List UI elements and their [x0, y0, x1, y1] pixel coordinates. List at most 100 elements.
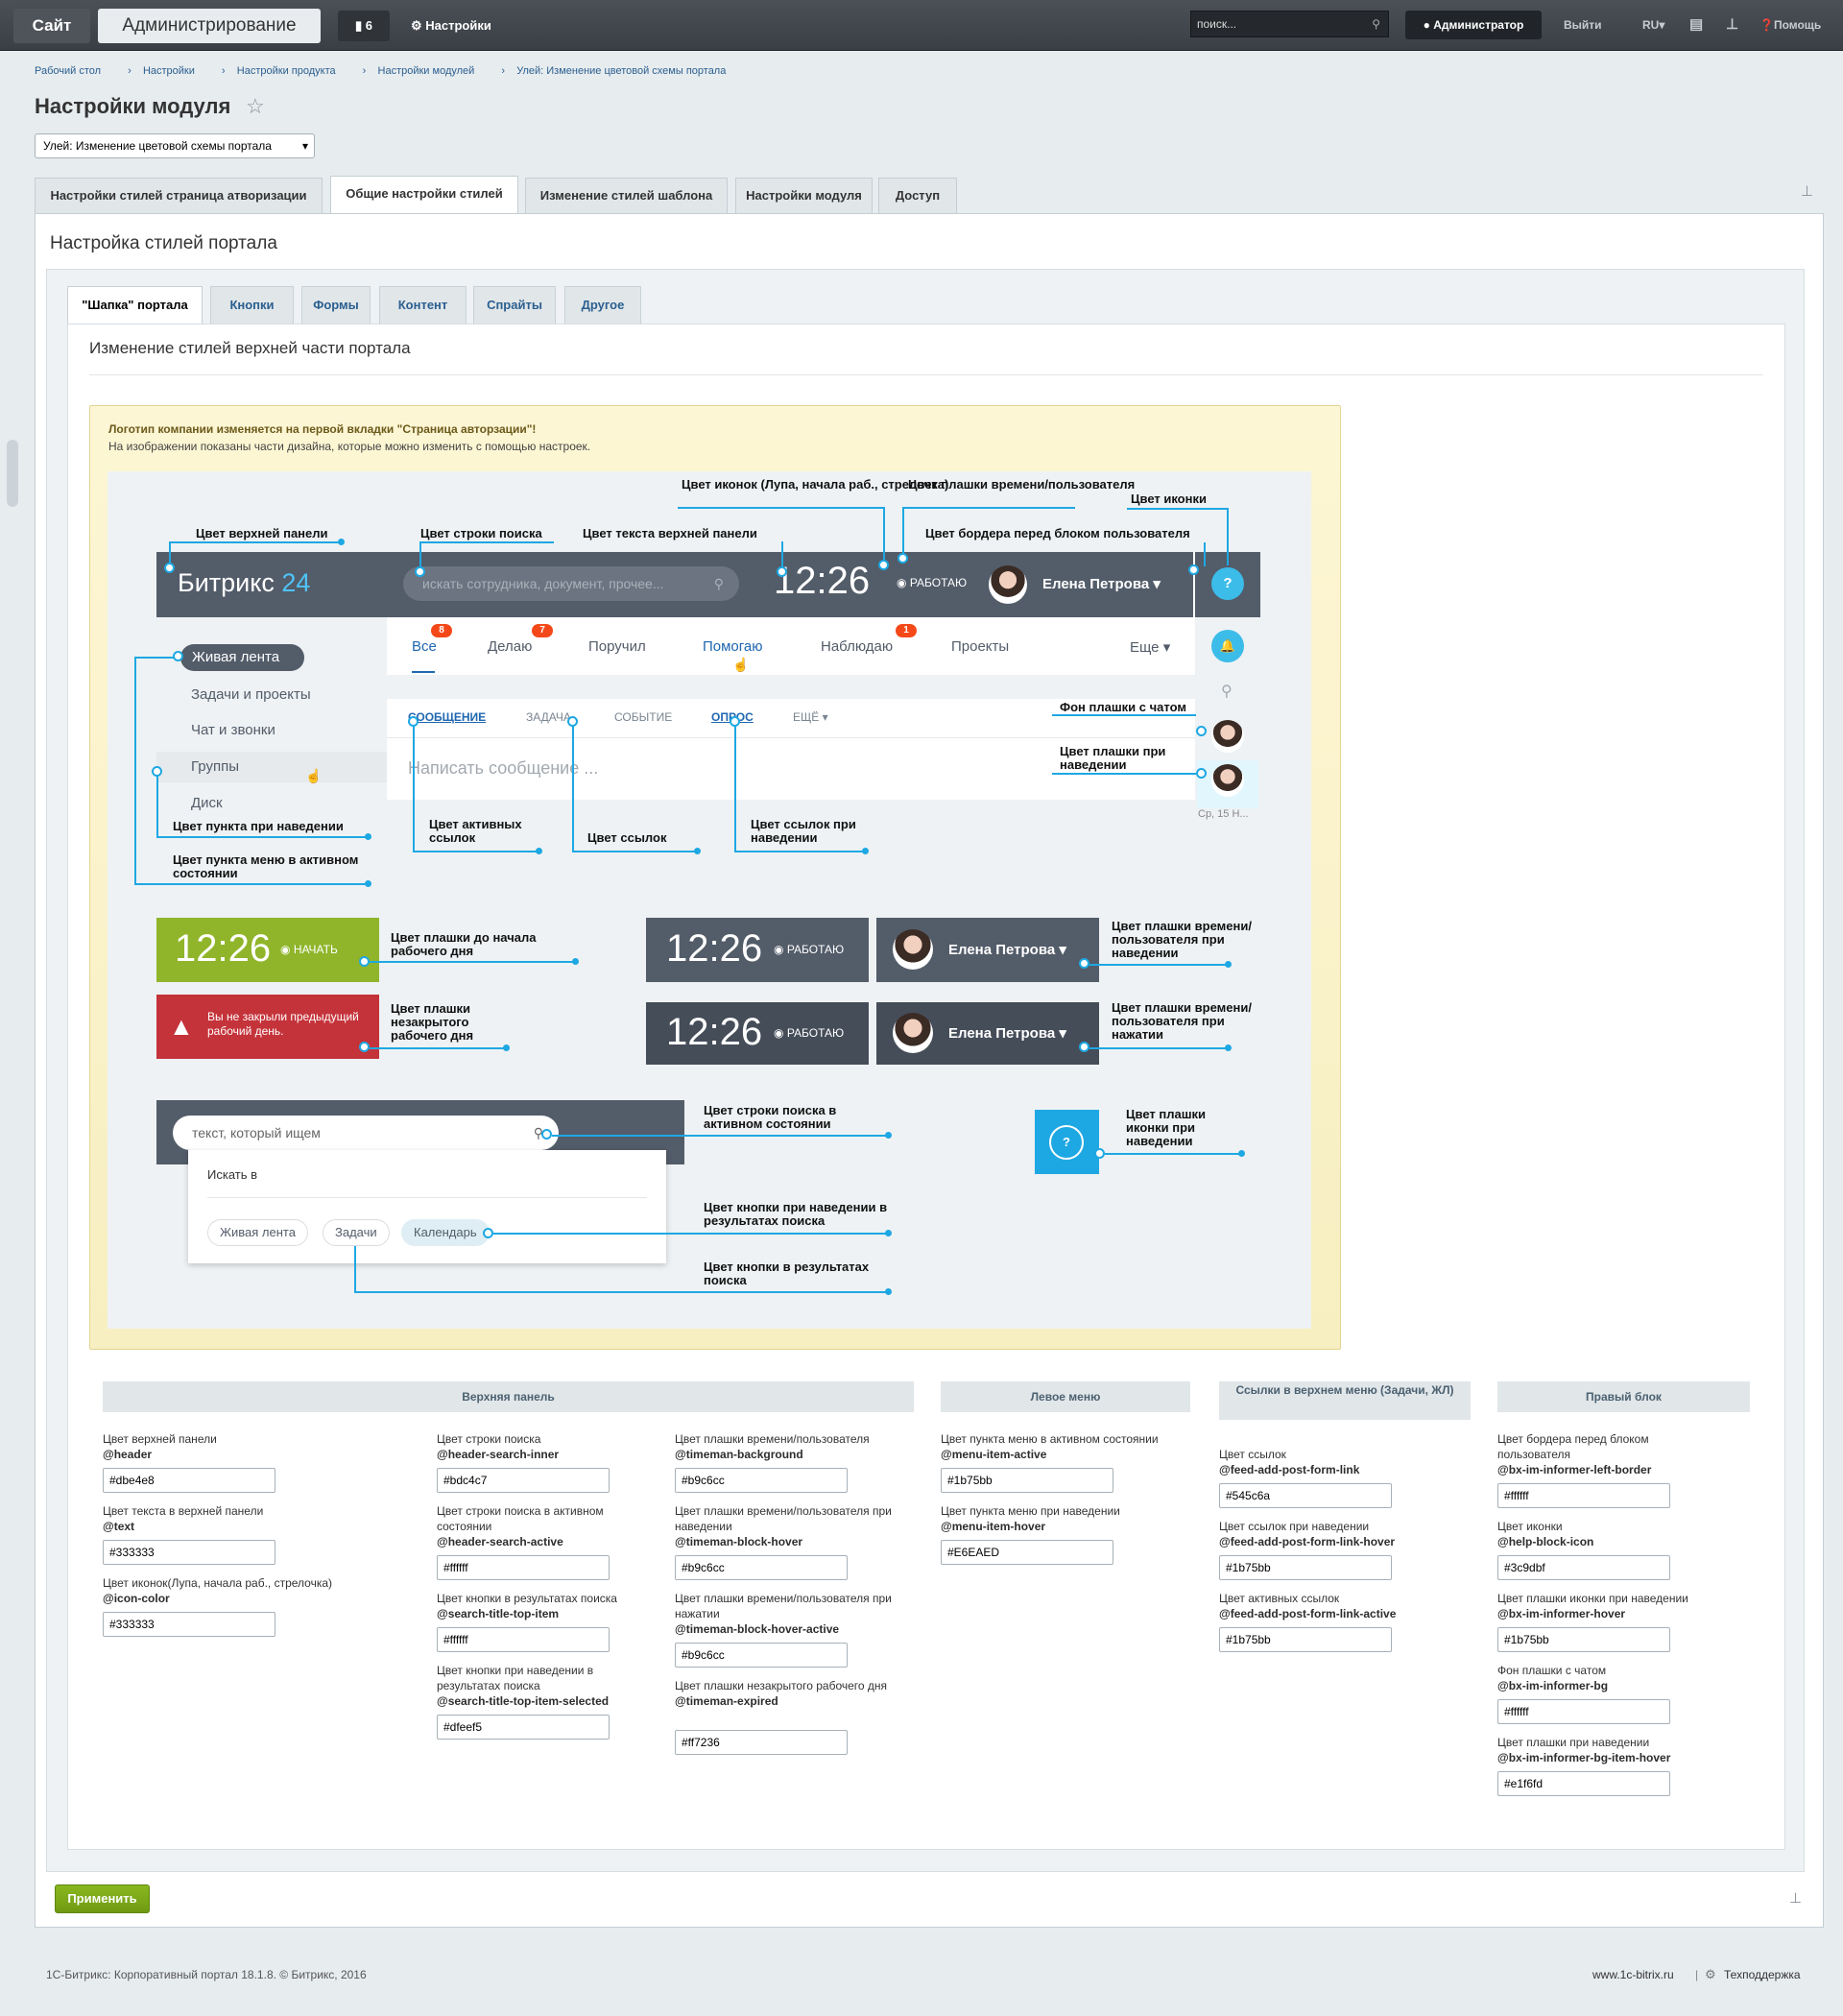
subtab-other[interactable]: Другое: [564, 286, 641, 324]
search-input[interactable]: поиск... ⚲: [1190, 11, 1389, 37]
header-color-input[interactable]: #dbe4e8: [103, 1468, 275, 1493]
help-icon-input[interactable]: #3c9dbf: [1497, 1555, 1670, 1580]
link-hover-input[interactable]: #1b75bb: [1219, 1555, 1392, 1580]
label-before-day: Цвет плашки до начала рабочего дня: [391, 930, 537, 958]
help-icon: ?: [1211, 567, 1244, 600]
field-var: @timeman-expired: [675, 1694, 778, 1708]
connector-line: [156, 836, 368, 838]
field-label-text: Цвет иконок(Лупа, начала раб., стрелочка…: [103, 1576, 333, 1590]
apply-button[interactable]: Применить: [55, 1884, 150, 1913]
search-item-input[interactable]: #ffffff: [437, 1627, 610, 1652]
notifications-button[interactable]: ▮ 6: [338, 11, 390, 41]
connector-dot: [1079, 1042, 1089, 1052]
search-inner-input[interactable]: #bdc4c7: [437, 1468, 610, 1493]
connector-line: [1204, 542, 1206, 566]
timeman-background-input[interactable]: #b9c6cc: [675, 1468, 848, 1493]
breadcrumb-item[interactable]: Настройки: [143, 65, 195, 77]
field-label-text: Цвет строки поиска в активном состоянии: [437, 1504, 604, 1533]
subtab-forms[interactable]: Формы: [301, 286, 371, 324]
icon-color-input[interactable]: #333333: [103, 1612, 275, 1637]
feed-tab: Проекты: [951, 638, 1010, 655]
search-item-selected-input[interactable]: #dfeef5: [437, 1715, 610, 1740]
informer-item-hover-input[interactable]: #e1f6fd: [1497, 1771, 1670, 1796]
example-user: Елена Петрова ▾: [948, 1024, 1066, 1042]
connector-line: [734, 851, 865, 852]
subtab-header[interactable]: "Шапка" портала: [67, 286, 203, 324]
menu-hover-input[interactable]: #E6EAED: [941, 1540, 1113, 1565]
notice-text: На изображении показаны части дизайна, к…: [108, 440, 591, 453]
link-color-input[interactable]: #545c6a: [1219, 1483, 1392, 1508]
timeman-expired-input[interactable]: #ff7236: [675, 1730, 848, 1755]
breadcrumb-item[interactable]: Рабочий стол: [35, 65, 101, 77]
settings-label: Настройки: [425, 18, 491, 33]
chevron-down-icon: ▾: [1055, 942, 1066, 958]
connector-line: [1127, 508, 1229, 510]
tab-access[interactable]: Доступ: [878, 178, 957, 213]
help-link[interactable]: ❓Помощь: [1759, 11, 1821, 39]
chevron-down-icon: ▾: [819, 710, 828, 724]
connector-dot: [503, 1044, 510, 1051]
administration-button[interactable]: Администрирование: [98, 9, 321, 43]
subtab-content[interactable]: Контент: [379, 286, 467, 324]
breadcrumb-item[interactable]: Настройки продукта: [237, 65, 336, 77]
example-search-popup: [188, 1150, 666, 1263]
informer-border-input[interactable]: #ffffff: [1497, 1483, 1670, 1508]
user-button[interactable]: ● Администратор: [1405, 11, 1542, 39]
field-label: Цвет иконки @help-block-icon: [1497, 1519, 1737, 1549]
field-label: Цвет плашки времени/пользователя @timeman…: [675, 1431, 910, 1462]
help-icon: ❓: [1759, 18, 1774, 32]
pin-icon[interactable]: ⊥: [1726, 11, 1738, 39]
subtab-buttons[interactable]: Кнопки: [210, 286, 294, 324]
section-header-left-menu: Левое меню: [941, 1381, 1190, 1412]
connector-line: [370, 1047, 506, 1049]
tab-general-styles[interactable]: Общие настройки стилей: [330, 176, 518, 214]
link-active-input[interactable]: #1b75bb: [1219, 1627, 1392, 1652]
window-icon[interactable]: ▤: [1689, 11, 1703, 39]
star-icon[interactable]: ☆: [246, 94, 265, 119]
subtab-sprites[interactable]: Спрайты: [473, 286, 556, 324]
breadcrumb-item[interactable]: Настройки модулей: [378, 65, 475, 77]
notifications-icon: ▮: [355, 18, 366, 33]
menu-active-input[interactable]: #1b75bb: [941, 1468, 1113, 1493]
search-active-input[interactable]: #ffffff: [437, 1555, 610, 1580]
logout-link[interactable]: Выйти: [1564, 11, 1602, 39]
connector-line: [134, 657, 136, 883]
chevron-down-icon: ▾: [1055, 1025, 1066, 1042]
settings-button[interactable]: ⚙ Настройки: [411, 11, 491, 41]
connector-line: [678, 507, 885, 509]
footer-support-link[interactable]: Техподдержка: [1724, 1968, 1801, 1981]
tab-template-styles[interactable]: Изменение стилей шаблона: [525, 178, 728, 213]
side-panel-handle[interactable]: [7, 440, 18, 507]
chevron-down-icon: ▾: [1659, 18, 1665, 32]
connector-line: [413, 851, 539, 852]
tab-auth-styles[interactable]: Настройки стилей страница атворизации: [35, 178, 323, 213]
connector-dot: [878, 560, 889, 570]
label-active-links: Цвет активных ссылок: [429, 817, 522, 845]
breadcrumb-item[interactable]: Улей: Изменение цветовой схемы портала: [516, 65, 726, 77]
language-selector[interactable]: RU▾: [1642, 11, 1664, 39]
field-var: @menu-item-active: [941, 1448, 1047, 1461]
divider: [89, 374, 1763, 375]
tab-module-settings[interactable]: Настройки модуля: [735, 178, 873, 213]
mock-user-name: Елена Петрова ▾: [1042, 575, 1161, 592]
label-links-hover: Цвет ссылок при наведении: [751, 817, 856, 845]
field-label: Цвет ссылок при наведении @feed-add-post-…: [1219, 1519, 1459, 1549]
informer-bg-input[interactable]: #ffffff: [1497, 1699, 1670, 1724]
timeman-hover-input[interactable]: #b9c6cc: [675, 1555, 848, 1580]
page-title: Настройки модуля: [35, 94, 231, 118]
connector-dot: [694, 848, 701, 854]
site-button[interactable]: Сайт: [13, 9, 90, 43]
informer-hover-input[interactable]: #1b75bb: [1497, 1627, 1670, 1652]
footer-site-link[interactable]: www.1c-bitrix.ru: [1592, 1968, 1674, 1981]
chevron-down-icon: ▾: [301, 139, 308, 153]
pin-icon[interactable]: ⊥: [1801, 182, 1813, 200]
search-icon[interactable]: ⚲: [1372, 12, 1380, 36]
pin-icon[interactable]: ⊥: [1789, 1889, 1802, 1907]
timeman-active-input[interactable]: #b9c6cc: [675, 1643, 848, 1668]
connector-dot: [862, 848, 869, 854]
module-select[interactable]: Улей: Изменение цветовой схемы портала ▾: [35, 133, 315, 158]
connector-dot: [572, 958, 579, 965]
language-label: RU: [1642, 18, 1660, 32]
text-color-input[interactable]: #333333: [103, 1540, 275, 1565]
counter-badge: 7: [532, 624, 553, 637]
